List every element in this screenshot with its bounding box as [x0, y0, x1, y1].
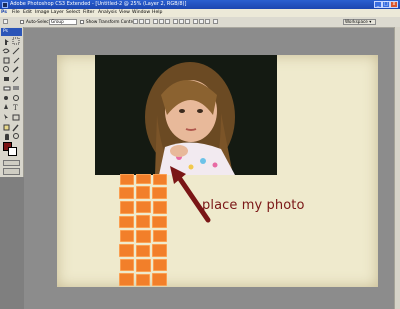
- blur-tool-icon: [4, 96, 8, 100]
- align-top-icon[interactable]: [133, 19, 138, 24]
- zoom-tool-icon: [13, 133, 19, 139]
- align-bottom-icon[interactable]: [145, 19, 150, 24]
- eraser-tool-icon: [3, 86, 11, 91]
- notes-tool-icon: [3, 124, 10, 131]
- quick-mask-icon[interactable]: [3, 160, 20, 166]
- hand-tool-icon: [5, 133, 9, 140]
- lasso-tool-icon: [2, 48, 10, 54]
- align-middle-icon[interactable]: [139, 19, 144, 24]
- tile: [119, 216, 134, 228]
- eyedropper-tool-icon: [12, 124, 19, 132]
- distribute-bottom-icon[interactable]: [185, 19, 190, 24]
- vertical-scrollbar[interactable]: [394, 27, 400, 309]
- workspace-button[interactable]: Workspace ▾: [343, 19, 376, 25]
- tile: [119, 244, 134, 257]
- tile: [120, 259, 134, 271]
- window-title: Adobe Photoshop CS3 Extended - [Untitled…: [10, 1, 187, 7]
- girl-photo-image: [95, 55, 277, 175]
- marquee-tool-icon: [12, 37, 20, 45]
- screen-mode-icon[interactable]: [3, 168, 20, 175]
- photo-layer[interactable]: [95, 55, 277, 175]
- pen-tool-icon: [4, 104, 8, 109]
- brush-tool-icon: [12, 66, 19, 73]
- tile: [136, 201, 151, 213]
- title-bar: Adobe Photoshop CS3 Extended - [Untitled…: [0, 0, 400, 9]
- menu-view[interactable]: View: [119, 9, 130, 17]
- auto-select-dropdown[interactable]: Group: [49, 19, 77, 25]
- tile: [136, 174, 151, 184]
- tile: [136, 230, 151, 243]
- menu-image[interactable]: Image: [35, 9, 49, 17]
- distribute-left-icon[interactable]: [193, 19, 198, 24]
- menu-select[interactable]: Select: [66, 9, 80, 17]
- maximize-icon[interactable]: □: [382, 1, 390, 8]
- menu-layer[interactable]: Layer: [51, 9, 64, 17]
- align-left-icon[interactable]: [153, 19, 158, 24]
- tile: [152, 244, 167, 257]
- distribute-center-icon[interactable]: [199, 19, 204, 24]
- menu-edit[interactable]: Edit: [23, 9, 32, 17]
- tile: [152, 273, 167, 286]
- toolbox-header: Ps: [1, 28, 22, 36]
- align-center-icon[interactable]: [159, 19, 164, 24]
- annotation-text: place my photo: [202, 198, 305, 213]
- tile: [119, 187, 134, 199]
- minimize-icon[interactable]: _: [374, 1, 382, 8]
- tile: [136, 259, 151, 272]
- shape-tool-icon: [12, 114, 20, 121]
- history-brush-icon: [12, 76, 19, 83]
- show-transform-label: Show Transform Controls: [86, 19, 139, 24]
- dodge-tool-icon: [13, 95, 19, 101]
- auto-align-icon[interactable]: [213, 19, 218, 24]
- options-bar: Auto-Select: Group Show Transform Contro…: [0, 17, 400, 28]
- clone-stamp-icon: [4, 77, 9, 81]
- show-transform-checkbox[interactable]: [80, 20, 84, 24]
- crop-tool-icon: [3, 57, 10, 64]
- tile: [136, 274, 150, 286]
- menu-filter[interactable]: Filter: [83, 9, 94, 17]
- tile: [136, 245, 150, 257]
- menu-bar: Ps File Edit Image Layer Select Filter A…: [0, 9, 400, 17]
- type-tool-icon: T: [13, 104, 18, 112]
- move-tool-icon[interactable]: [3, 19, 8, 24]
- auto-select-label: Auto-Select:: [26, 19, 52, 24]
- close-icon[interactable]: x: [390, 1, 398, 8]
- align-right-icon[interactable]: [165, 19, 170, 24]
- distribute-right-icon[interactable]: [205, 19, 210, 24]
- magic-wand-icon: [12, 47, 20, 55]
- distribute-middle-icon[interactable]: [179, 19, 184, 24]
- menu-window[interactable]: Window: [132, 9, 150, 17]
- gradient-tool-icon: [13, 86, 19, 90]
- menu-file[interactable]: File: [12, 9, 20, 17]
- path-select-icon: [4, 114, 8, 120]
- ps-menu-icon[interactable]: Ps: [1, 9, 7, 17]
- tile: [153, 259, 167, 271]
- auto-select-checkbox[interactable]: [20, 20, 24, 24]
- tile: [136, 186, 150, 199]
- menu-help[interactable]: Help: [152, 9, 162, 17]
- distribute-top-icon[interactable]: [173, 19, 178, 24]
- tile: [119, 273, 134, 286]
- photoshop-icon: [2, 1, 8, 8]
- healing-brush-icon: [3, 66, 9, 72]
- tile: [136, 215, 150, 228]
- tile: [120, 201, 134, 214]
- arrow-icon: [170, 166, 211, 223]
- tile: [120, 230, 134, 242]
- background-color-swatch[interactable]: [8, 147, 17, 156]
- tile: [153, 230, 167, 242]
- menu-analysis[interactable]: Analysis: [98, 9, 117, 17]
- tool-icons: T: [2, 37, 20, 140]
- move-tool-icon: [5, 39, 9, 45]
- slice-tool-icon: [13, 57, 20, 64]
- toolbox: Ps T: [0, 27, 24, 177]
- tile: [120, 174, 134, 185]
